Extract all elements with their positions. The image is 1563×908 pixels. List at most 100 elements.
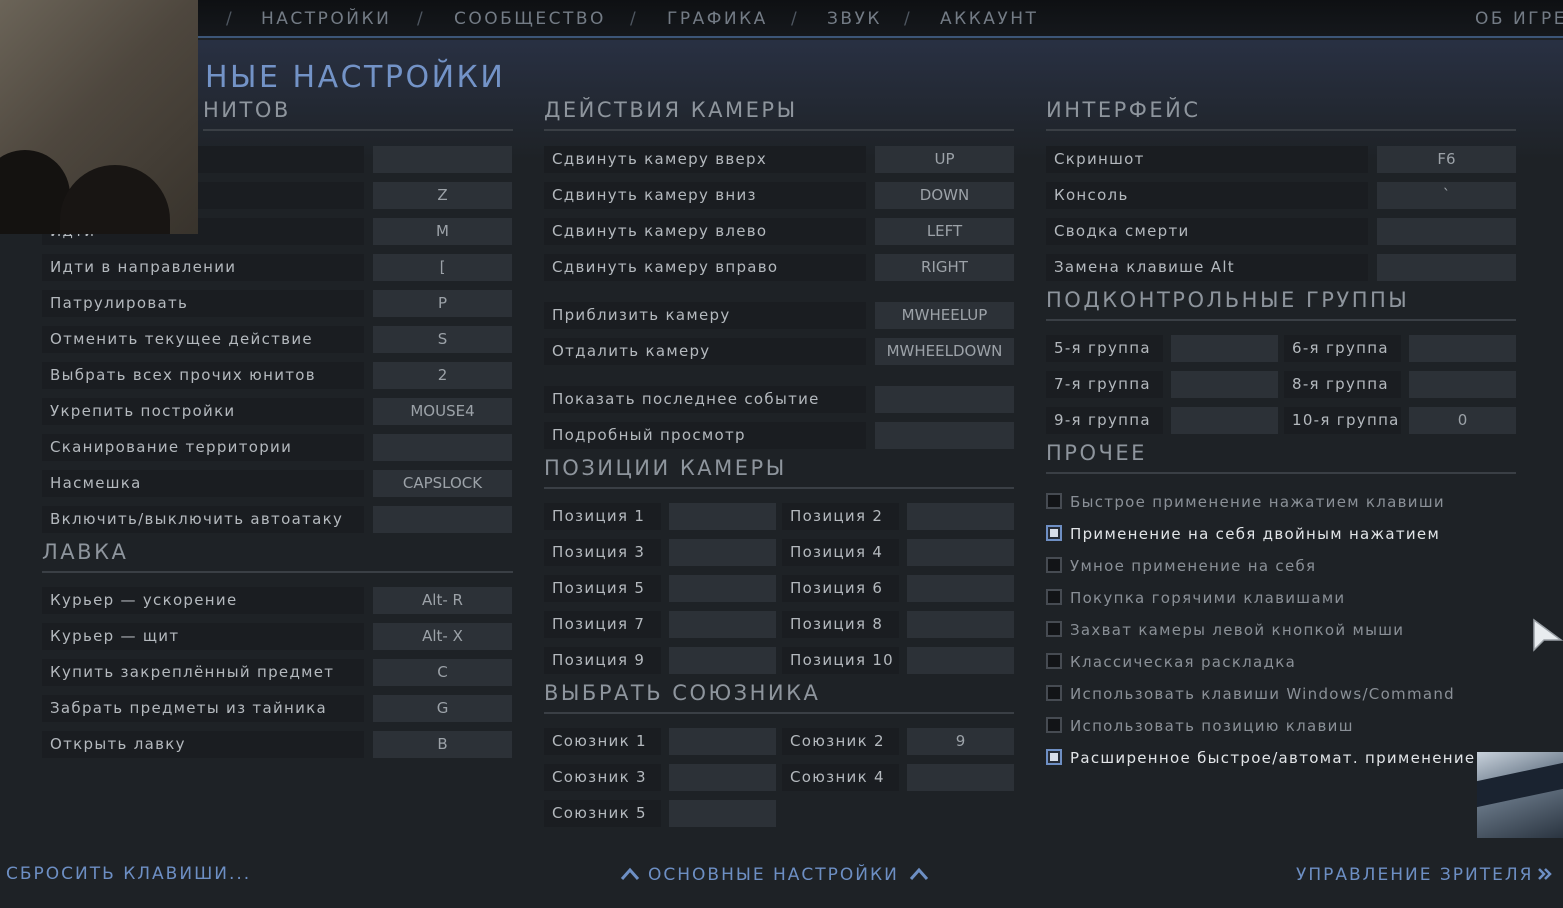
keybind-key-box[interactable]: [1409, 371, 1516, 398]
keybind-key-box[interactable]: [669, 764, 776, 791]
keybind-key-box[interactable]: [1171, 407, 1278, 434]
keybind-key-box[interactable]: [373, 434, 512, 461]
checkbox[interactable]: [1046, 525, 1062, 541]
option-checkbox-row[interactable]: Быстрое применение нажатием клавиши: [1046, 491, 1506, 513]
checkbox[interactable]: [1046, 493, 1062, 509]
nav-separator: /: [417, 9, 423, 29]
section-title-camera-positions: ПОЗИЦИИ КАМЕРЫ: [544, 456, 1014, 489]
tab-about-game[interactable]: ОБ ИГРЕ: [1475, 9, 1563, 29]
basic-settings-button[interactable]: ОСНОВНЫЕ НАСТРОЙКИ: [620, 865, 929, 885]
keybind-row: Идти в направлении [: [42, 254, 512, 281]
keybind-label: 7-я группа: [1046, 371, 1163, 398]
checkbox[interactable]: [1046, 621, 1062, 637]
tab-graphics[interactable]: ГРАФИКА: [667, 9, 768, 29]
keybind-key-box[interactable]: [875, 386, 1014, 413]
spectator-controls-button[interactable]: УПРАВЛЕНИЕ ЗРИТЕЛЯ: [1296, 865, 1553, 885]
keybind-key-box[interactable]: 2: [373, 362, 512, 389]
keybind-row: Забрать предметы из тайника G: [42, 695, 512, 722]
option-checkbox-row[interactable]: Использовать клавиши Windows/Command: [1046, 683, 1506, 705]
keybind-row: Открыть лавку B: [42, 731, 512, 758]
tab-sound[interactable]: ЗВУК: [827, 9, 882, 29]
tab-account[interactable]: АККАУНТ: [940, 9, 1038, 29]
checkbox[interactable]: [1046, 717, 1062, 733]
mouse-cursor-icon: [1533, 618, 1563, 652]
option-label: Использовать клавиши Windows/Command: [1070, 685, 1455, 703]
keybind-label: Сводка смерти: [1046, 218, 1368, 245]
keybind-key-box[interactable]: [1377, 218, 1516, 245]
checkbox[interactable]: [1046, 589, 1062, 605]
keybind-key-box[interactable]: [669, 503, 776, 530]
keybind-key-box[interactable]: [1409, 335, 1516, 362]
keybind-key-box[interactable]: [669, 575, 776, 602]
keybind-key-box[interactable]: S: [373, 326, 512, 353]
keybind-key-box[interactable]: Z: [373, 182, 512, 209]
keybind-key-box[interactable]: [669, 800, 776, 827]
reset-keys-button[interactable]: СБРОСИТЬ КЛАВИШИ...: [6, 864, 251, 884]
checkbox[interactable]: [1046, 557, 1062, 573]
option-checkbox-row[interactable]: Применение на себя двойным нажатием: [1046, 523, 1506, 545]
keybind-key-box[interactable]: Alt- X: [373, 623, 512, 650]
keybind-key-box[interactable]: [1171, 335, 1278, 362]
keybind-key-box[interactable]: [907, 647, 1014, 674]
keybind-key-box[interactable]: [907, 503, 1014, 530]
option-checkbox-row[interactable]: Захват камеры левой кнопкой мыши: [1046, 619, 1506, 641]
keybind-key-box[interactable]: MWHEELDOWN: [875, 338, 1014, 365]
option-checkbox-row[interactable]: Классическая раскладка: [1046, 651, 1506, 673]
checkbox[interactable]: [1046, 749, 1062, 765]
option-checkbox-row[interactable]: Использовать позицию клавиш: [1046, 715, 1506, 737]
keybind-key-box[interactable]: [907, 611, 1014, 638]
keybind-row: 8-я группа: [1284, 371, 1516, 398]
keybind-row: 7-я группа: [1046, 371, 1278, 398]
keybind-key-box[interactable]: MOUSE4: [373, 398, 512, 425]
keybind-key-box[interactable]: 9: [907, 728, 1014, 755]
keybind-key-box[interactable]: [1377, 254, 1516, 281]
keybind-key-box[interactable]: [669, 728, 776, 755]
keybind-key-box[interactable]: `: [1377, 182, 1516, 209]
keybind-row: Курьер — ускорение Alt- R: [42, 587, 512, 614]
keybind-key-box[interactable]: C: [373, 659, 512, 686]
option-checkbox-row[interactable]: Умное применение на себя: [1046, 555, 1506, 577]
keybind-label: Укрепить постройки: [42, 398, 364, 425]
keybind-row: Позиция 3: [544, 539, 776, 566]
keybind-key-box[interactable]: [: [373, 254, 512, 281]
keybind-row: 6-я группа: [1284, 335, 1516, 362]
double-chevron-right-icon: [1538, 868, 1553, 880]
keybind-key-box[interactable]: UP: [875, 146, 1014, 173]
keybind-key-box[interactable]: F6: [1377, 146, 1516, 173]
keybind-row: Приблизить камеру MWHEELUP: [544, 302, 1014, 329]
keybind-key-box[interactable]: M: [373, 218, 512, 245]
option-checkbox-row[interactable]: Покупка горячими клавишами: [1046, 587, 1506, 609]
keybind-key-box[interactable]: [907, 764, 1014, 791]
keybind-key-box[interactable]: B: [373, 731, 512, 758]
keybind-key-box[interactable]: [1171, 371, 1278, 398]
checkbox[interactable]: [1046, 653, 1062, 669]
keybind-row: Сдвинуть камеру вниз DOWN: [544, 182, 1014, 209]
keybind-label: Подробный просмотр: [544, 422, 866, 449]
keybind-key-box[interactable]: [373, 146, 512, 173]
keybind-key-box[interactable]: G: [373, 695, 512, 722]
keybind-key-box[interactable]: [875, 422, 1014, 449]
keybind-key-box[interactable]: [669, 539, 776, 566]
keybind-key-box[interactable]: MWHEELUP: [875, 302, 1014, 329]
option-checkbox-row[interactable]: Расширенное быстрое/автомат. применение: [1046, 747, 1474, 769]
keybind-key-box[interactable]: [669, 611, 776, 638]
keybind-key-box[interactable]: 0: [1409, 407, 1516, 434]
keybind-key-box[interactable]: Alt- R: [373, 587, 512, 614]
tab-community[interactable]: СООБЩЕСТВО: [454, 9, 606, 29]
keybind-label: Курьер — щит: [42, 623, 364, 650]
keybind-key-box[interactable]: [373, 506, 512, 533]
keybind-key-box[interactable]: P: [373, 290, 512, 317]
section-title-other: ПРОЧЕЕ: [1046, 441, 1516, 474]
keybind-key-box[interactable]: [907, 539, 1014, 566]
keybind-row: Включить/выключить автоатаку: [42, 506, 512, 533]
keybind-key-box[interactable]: LEFT: [875, 218, 1014, 245]
keybind-label: Замена клавише Alt: [1046, 254, 1368, 281]
keybind-key-box[interactable]: [669, 647, 776, 674]
keybind-key-box[interactable]: DOWN: [875, 182, 1014, 209]
keybind-key-box[interactable]: RIGHT: [875, 254, 1014, 281]
keybind-row: Позиция 10: [782, 647, 1014, 674]
tab-settings[interactable]: НАСТРОЙКИ: [261, 9, 391, 29]
keybind-key-box[interactable]: CAPSLOCK: [373, 470, 512, 497]
checkbox[interactable]: [1046, 685, 1062, 701]
keybind-key-box[interactable]: [907, 575, 1014, 602]
